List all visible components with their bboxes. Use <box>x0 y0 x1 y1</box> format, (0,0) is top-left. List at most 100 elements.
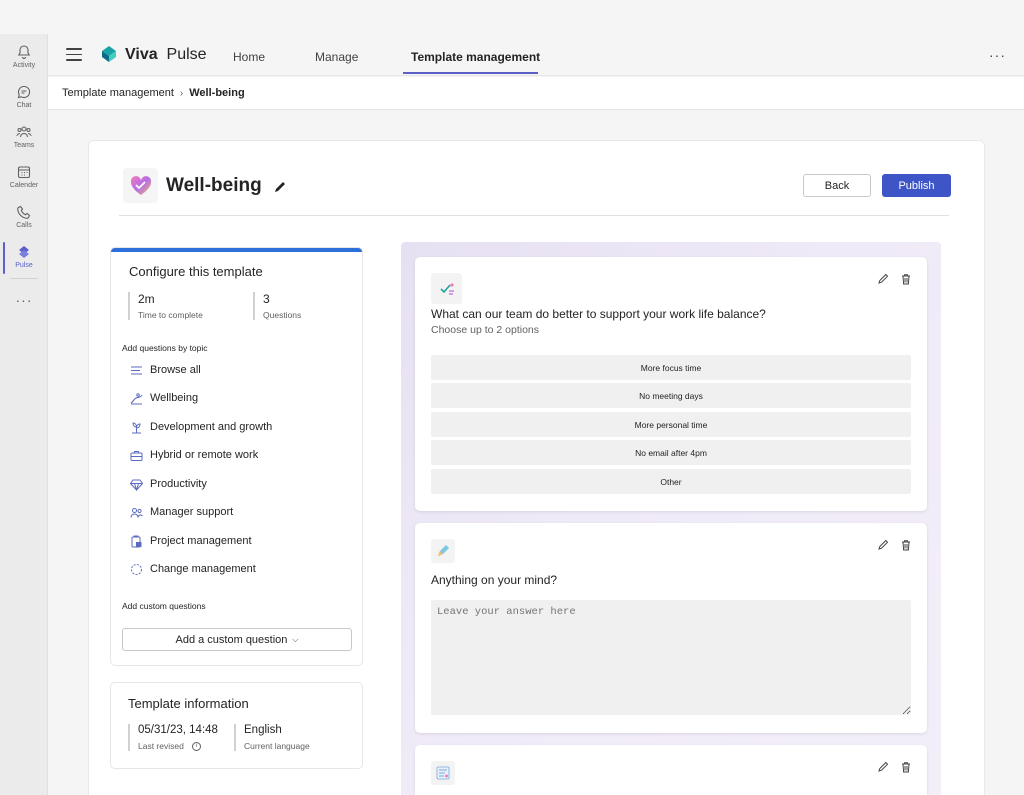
topic-label: Wellbeing <box>150 392 199 404</box>
topic-productivity[interactable]: Productivity <box>130 476 207 492</box>
stat-label: Questions <box>263 310 302 320</box>
topic-project-management[interactable]: Project management <box>130 533 252 549</box>
delete-question-icon[interactable] <box>900 761 912 773</box>
clipboard-icon <box>131 535 142 547</box>
last-revised: 05/31/23, 14:48 Last revised i <box>128 724 218 751</box>
pulse-icon <box>19 246 29 258</box>
topic-browse-all[interactable]: Browse all <box>130 362 201 378</box>
last-revised-value: 05/31/23, 14:48 <box>138 724 218 736</box>
topic-label: Browse all <box>150 364 201 376</box>
edit-title-icon[interactable] <box>272 179 288 195</box>
question-subtext: Choose up to 2 options <box>431 324 539 336</box>
language-value: English <box>244 724 282 736</box>
template-information-title: Template information <box>128 696 249 711</box>
briefcase-icon <box>130 450 143 461</box>
checklist-icon <box>431 273 462 304</box>
option-choice[interactable]: No email after 4pm <box>431 440 911 465</box>
current-language: English Current language <box>234 724 310 751</box>
back-button[interactable]: Back <box>803 174 871 197</box>
breadcrumb-separator-icon: › <box>179 87 184 99</box>
topic-manager-support[interactable]: Manager support <box>130 504 233 520</box>
add-custom-question-label: Add a custom question <box>175 633 288 646</box>
rail-label: Activity <box>12 62 36 69</box>
answer-textarea[interactable] <box>431 600 911 715</box>
people-icon <box>130 507 143 518</box>
tab-home[interactable]: Home <box>233 50 265 64</box>
chevron-down-icon: ⌵ <box>292 634 299 644</box>
topic-change-management[interactable]: Change management <box>130 561 256 577</box>
info-icon[interactable]: i <box>191 741 201 751</box>
wellbeing-icon <box>130 392 143 404</box>
rail-divider <box>10 278 38 279</box>
viva-pulse-logo <box>102 46 116 62</box>
form-icon <box>431 761 455 785</box>
brand-prefix: Viva <box>125 46 158 63</box>
title-strip <box>0 0 1024 34</box>
more-options-icon[interactable]: ··· <box>989 47 1006 63</box>
topic-hybrid-remote[interactable]: Hybrid or remote work <box>130 447 258 463</box>
delete-question-icon[interactable] <box>900 273 912 285</box>
option-choice[interactable]: More personal time <box>431 412 911 437</box>
add-custom-question-button[interactable]: Add a custom question ⌵ <box>122 628 352 651</box>
hamburger-menu-icon[interactable] <box>66 48 82 61</box>
configure-card: Configure this template 2m Time to compl… <box>110 247 363 666</box>
more-apps-icon[interactable]: ··· <box>0 292 48 308</box>
breadcrumb-bar: Template management › Well-being <box>48 77 1024 110</box>
calendar-icon <box>17 166 31 179</box>
topic-label: Manager support <box>150 506 234 518</box>
option-choice[interactable]: More focus time <box>431 355 911 380</box>
rail-label: Calls <box>16 222 32 229</box>
diamond-icon <box>130 479 143 491</box>
configure-title: Configure this template <box>129 264 263 279</box>
breadcrumb-current: Well-being <box>189 87 245 99</box>
chat-icon <box>17 85 31 99</box>
bell-icon <box>17 45 31 59</box>
rail-item-calendar[interactable]: Calender <box>0 162 48 202</box>
question-card: What can our team do better to support y… <box>415 257 927 511</box>
rail-label: Chat <box>16 102 32 109</box>
tab-template-management[interactable]: Template management <box>411 50 540 64</box>
last-revised-label: Last revised <box>138 741 184 751</box>
topic-label: Project management <box>150 535 252 547</box>
rail-item-pulse[interactable]: Pulse <box>0 242 48 282</box>
stat-value: 3 <box>263 292 270 306</box>
template-title: Well-being <box>166 175 262 196</box>
option-choice[interactable]: Other <box>431 469 911 494</box>
rail-item-chat[interactable]: Chat <box>0 82 48 122</box>
teams-icon <box>16 126 32 138</box>
survey-preview: What can our team do better to support y… <box>401 242 941 795</box>
stat-value: 2m <box>138 292 155 306</box>
topic-label: Change management <box>150 563 256 575</box>
rail-item-calls[interactable]: Calls <box>0 202 48 242</box>
tab-manage[interactable]: Manage <box>315 50 358 64</box>
option-choice[interactable]: No meeting days <box>431 383 911 408</box>
edit-question-icon[interactable] <box>877 273 889 285</box>
topic-wellbeing[interactable]: Wellbeing <box>130 390 198 406</box>
question-text: What can our team do better to support y… <box>431 307 766 321</box>
rail-item-teams[interactable]: Teams <box>0 122 48 162</box>
heart-icon <box>123 168 158 203</box>
brand-suffix: Pulse <box>166 46 207 63</box>
topic-label: Productivity <box>150 478 207 490</box>
app-brand: Viva Pulse <box>125 46 207 64</box>
cycle-icon <box>131 563 142 575</box>
edit-question-icon[interactable] <box>877 539 889 551</box>
card-accent-bar <box>111 248 362 252</box>
stat-label: Time to complete <box>138 310 203 320</box>
template-information-card: Template information 05/31/23, 14:48 Las… <box>110 682 363 769</box>
custom-questions-heading: Add custom questions <box>122 601 206 611</box>
stat-time: 2m Time to complete <box>128 292 203 320</box>
rail-label: Pulse <box>15 262 33 269</box>
publish-button[interactable]: Publish <box>882 174 951 197</box>
rail-label: Calender <box>9 182 39 189</box>
rail-label: Teams <box>13 142 35 149</box>
delete-question-icon[interactable] <box>900 539 912 551</box>
edit-question-icon[interactable] <box>877 761 889 773</box>
question-card: Anything on your mind? <box>415 523 927 733</box>
question-text: Anything on your mind? <box>431 573 558 587</box>
topic-development-growth[interactable]: Development and growth <box>130 419 272 435</box>
active-tab-indicator <box>403 72 538 74</box>
breadcrumb-parent[interactable]: Template management <box>62 87 174 99</box>
rail-item-activity[interactable]: Activity <box>0 42 48 82</box>
app-header: Viva Pulse Home Manage Template manageme… <box>48 34 1024 76</box>
